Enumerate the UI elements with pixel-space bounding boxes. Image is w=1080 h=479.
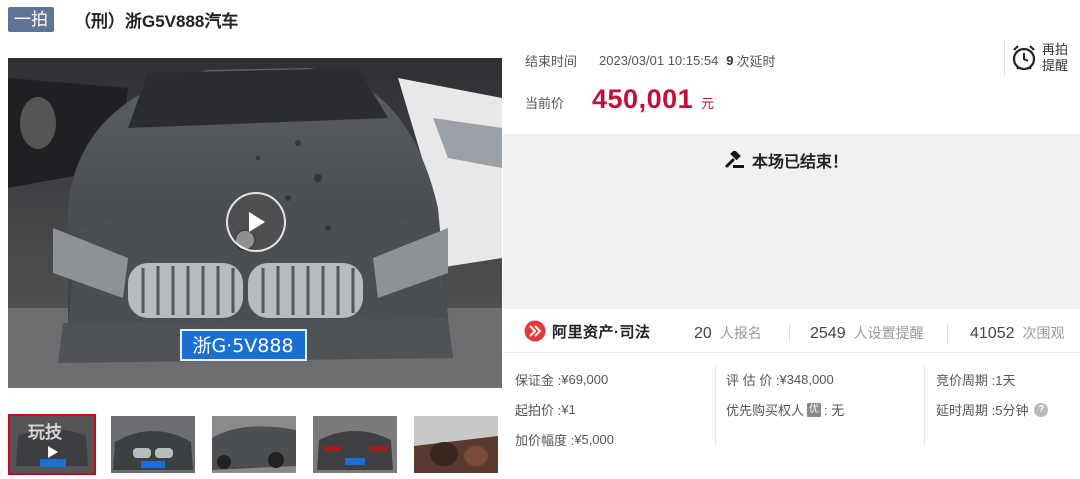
main-media-viewer[interactable]: 浙G·5V888 [8,58,502,388]
registered-stat: 20 人报名 [694,323,762,343]
view-count: 41052 [970,325,1015,342]
end-time-value: 2023/03/01 10:15:54 [599,53,719,68]
bid-cycle-value: 1天 [995,373,1016,388]
auction-round-badge: 一拍 [8,6,54,32]
price-unit: 元 [701,96,715,111]
column-divider [924,366,925,446]
start-price-item: 起拍价 : ¥1 [515,400,576,419]
column-divider [715,366,716,446]
play-icon [249,212,265,232]
page-title: （刑）浙G5V888汽车 [74,11,239,31]
thumbnail-side[interactable] [210,414,298,475]
delay-count: 9 [726,53,734,68]
current-price-label: 当前价 [525,96,565,111]
thumbnail-video[interactable]: 玩技 [8,414,96,475]
deposit-label: 保证金 : [515,373,562,388]
remind-me-label: 再拍提醒 [1042,42,1069,73]
delay-cycle-value: 5分钟 [995,403,1029,418]
play-video-button[interactable] [226,192,286,252]
priority-badge-icon: 优 [807,402,822,417]
end-time-row: 结束时间 2023/03/01 10:15:54 9 次延时 [525,51,776,70]
increment-item: 加价幅度 : ¥5,000 [515,430,614,449]
thumbnail-front[interactable] [109,414,197,475]
help-icon[interactable]: ? [1034,402,1049,417]
title-row: 一拍 （刑）浙G5V888汽车 [8,6,238,32]
auction-summary: 结束时间 2023/03/01 10:15:54 9 次延时 当前价 450,0… [503,38,1080,134]
license-plate-text: 浙G·5V888 [192,335,293,357]
auction-ended-panel: 本场已结束！ [503,134,1080,309]
appraisal-item: 评 估 价 : ¥348,000 [726,370,834,389]
reminder-count: 2549 [810,325,846,342]
current-price-value: 450,001 [592,84,694,114]
stats-bar: 阿里资产·司法 20 人报名 2549 人设置提醒 41052 次围观 [503,309,1080,353]
start-price-label: 起拍价 : [515,403,562,418]
gavel-icon [725,151,744,168]
registered-count: 20 [694,325,712,342]
remind-me-button[interactable]: 再拍提醒 [1004,40,1080,76]
appraisal-value: ¥348,000 [779,372,834,387]
auction-ended-text: 本场已结束！ [752,154,849,171]
registered-label: 人报名 [719,325,762,341]
delay-cycle-label: 延时周期 : [936,403,996,418]
view-label: 次围观 [1022,325,1065,341]
thumbnail-strip: 玩技 [8,414,513,475]
stat-divider [947,324,948,342]
start-price-value: ¥1 [561,402,576,417]
stat-divider [789,324,790,342]
thumb-watermark: 玩技 [28,422,63,443]
platform-brand[interactable]: 阿里资产·司法 [524,320,651,342]
thumbnail-interior[interactable] [412,414,500,475]
end-time-label: 结束时间 [525,54,578,69]
current-price-row: 当前价 450,001 元 [525,84,714,115]
auction-info-panel: 结束时间 2023/03/01 10:15:54 9 次延时 当前价 450,0… [503,38,1080,479]
reminder-stat: 2549 人设置提醒 [810,323,924,343]
appraisal-label: 评 估 价 : [726,373,780,388]
delay-count-label: 次延时 [736,54,776,69]
delay-cycle-item: 延时周期 : 5分钟 ? [936,400,1049,419]
priority-buyer-item: 优先购买权人 优 : 无 [726,400,844,419]
bid-cycle-item: 竞价周期 : 1天 [936,370,1015,389]
thumbnail-rear[interactable] [311,414,399,475]
priority-buyer-value: : 无 [824,403,845,418]
reminder-label: 人设置提醒 [853,325,924,341]
platform-brand-name: 阿里资产·司法 [552,323,651,341]
bid-cycle-label: 竞价周期 : [936,373,996,388]
auction-details: 保证金 : ¥69,000 起拍价 : ¥1 加价幅度 : ¥5,000 评 估… [503,354,1080,479]
increment-label: 加价幅度 : [515,433,575,448]
auction-ended-message-row: 本场已结束！ [725,148,848,172]
deposit-value: ¥69,000 [561,372,609,387]
ali-assets-logo-icon [524,320,546,342]
deposit-item: 保证金 : ¥69,000 [515,370,608,389]
increment-value: ¥5,000 [574,432,614,447]
priority-buyer-label: 优先购买权人 [726,403,805,418]
view-stat: 41052 次围观 [970,323,1065,343]
alarm-clock-icon [1012,45,1036,71]
